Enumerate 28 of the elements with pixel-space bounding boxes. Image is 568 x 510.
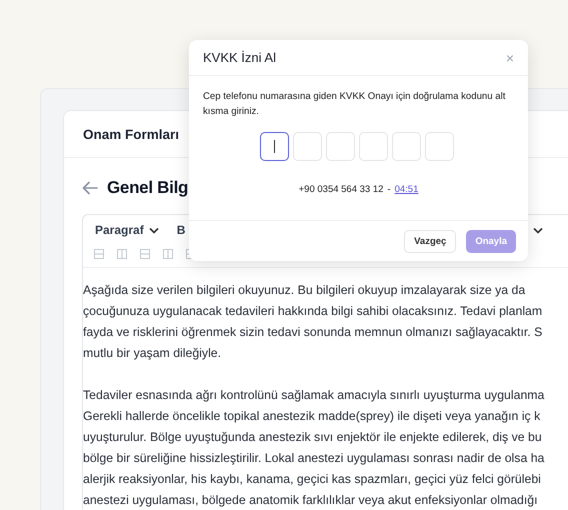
dialog-title: KVKK İzni Al <box>203 50 276 65</box>
table-tool-icon[interactable] <box>93 248 105 260</box>
separator: - <box>387 184 391 195</box>
back-arrow-icon[interactable] <box>82 181 98 195</box>
code-input-field[interactable] <box>260 132 288 161</box>
page-heading: Genel Bilg <box>107 178 188 198</box>
table-tool-icon[interactable] <box>116 248 128 260</box>
cancel-button[interactable]: Vazgeç <box>404 230 456 253</box>
table-tool-icon[interactable] <box>162 248 174 260</box>
chevron-down-icon <box>148 226 159 234</box>
paragraph-line: uyuşturulur. Bölge uyuştuğunda anestezik sıvı enjektör ile enjekte edilerek, diş ve bu <box>83 429 543 446</box>
dialog-message: Cep telefonu numarasına giden KVKK Onayı için doğrulama kodunu alt kısma giriniz. <box>203 90 506 119</box>
block-style-dropdown[interactable]: Paragraf <box>93 221 161 239</box>
table-tool-icon[interactable] <box>139 248 151 260</box>
chevron-down-icon[interactable] <box>533 227 543 234</box>
paragraph-line: Tedaviler esnasında ağrı kontrolünü sağlamak amacıyla sınırlı uyuşturma uygulanma <box>83 387 546 404</box>
paragraph-line: Aşağıda size verilen bilgileri okuyunuz. Bu bilgileri okuyup imzalayarak size ya da <box>83 282 526 299</box>
paragraph-line: bölge bir süreliğine hissizleştirilir. Lokal anestezi uygulaması sonrası nadir de olsa ha <box>83 450 546 467</box>
paragraph-line: çocuğunuza uygulanacak tedavileri hakkında bilgi sahibi olacaksınız. Tedavi planlam <box>83 303 544 320</box>
paragraph-line: alerjik reaksiyonlar, his kaybı, kanama, geçici kas spazmları, geçici yüz felci görülebi <box>83 471 542 488</box>
section-title: Onam Formları <box>83 126 180 142</box>
countdown-link[interactable]: 04:51 <box>394 184 418 195</box>
paragraph-line: anestezi uygulaması, bölgede anatomik farklılıklar veya akut enfeksiyonlar olmadığı <box>83 492 539 509</box>
phone-number: +90 0354 564 33 12 <box>298 184 384 195</box>
paragraph-line: Gerekli hallerde öncelikle topikal anestezik madde(sprey) ile dişeti veya yanağın iç k <box>83 408 542 425</box>
bold-button[interactable]: B <box>174 221 188 239</box>
paragraph-line: fayda ve risklerini öğrenmek sizin tedavi sonunda memnun olmanızı sağlayacaktır. S <box>83 324 544 341</box>
paragraph-line: mutlu bir yaşam dileğiyle. <box>83 345 222 362</box>
